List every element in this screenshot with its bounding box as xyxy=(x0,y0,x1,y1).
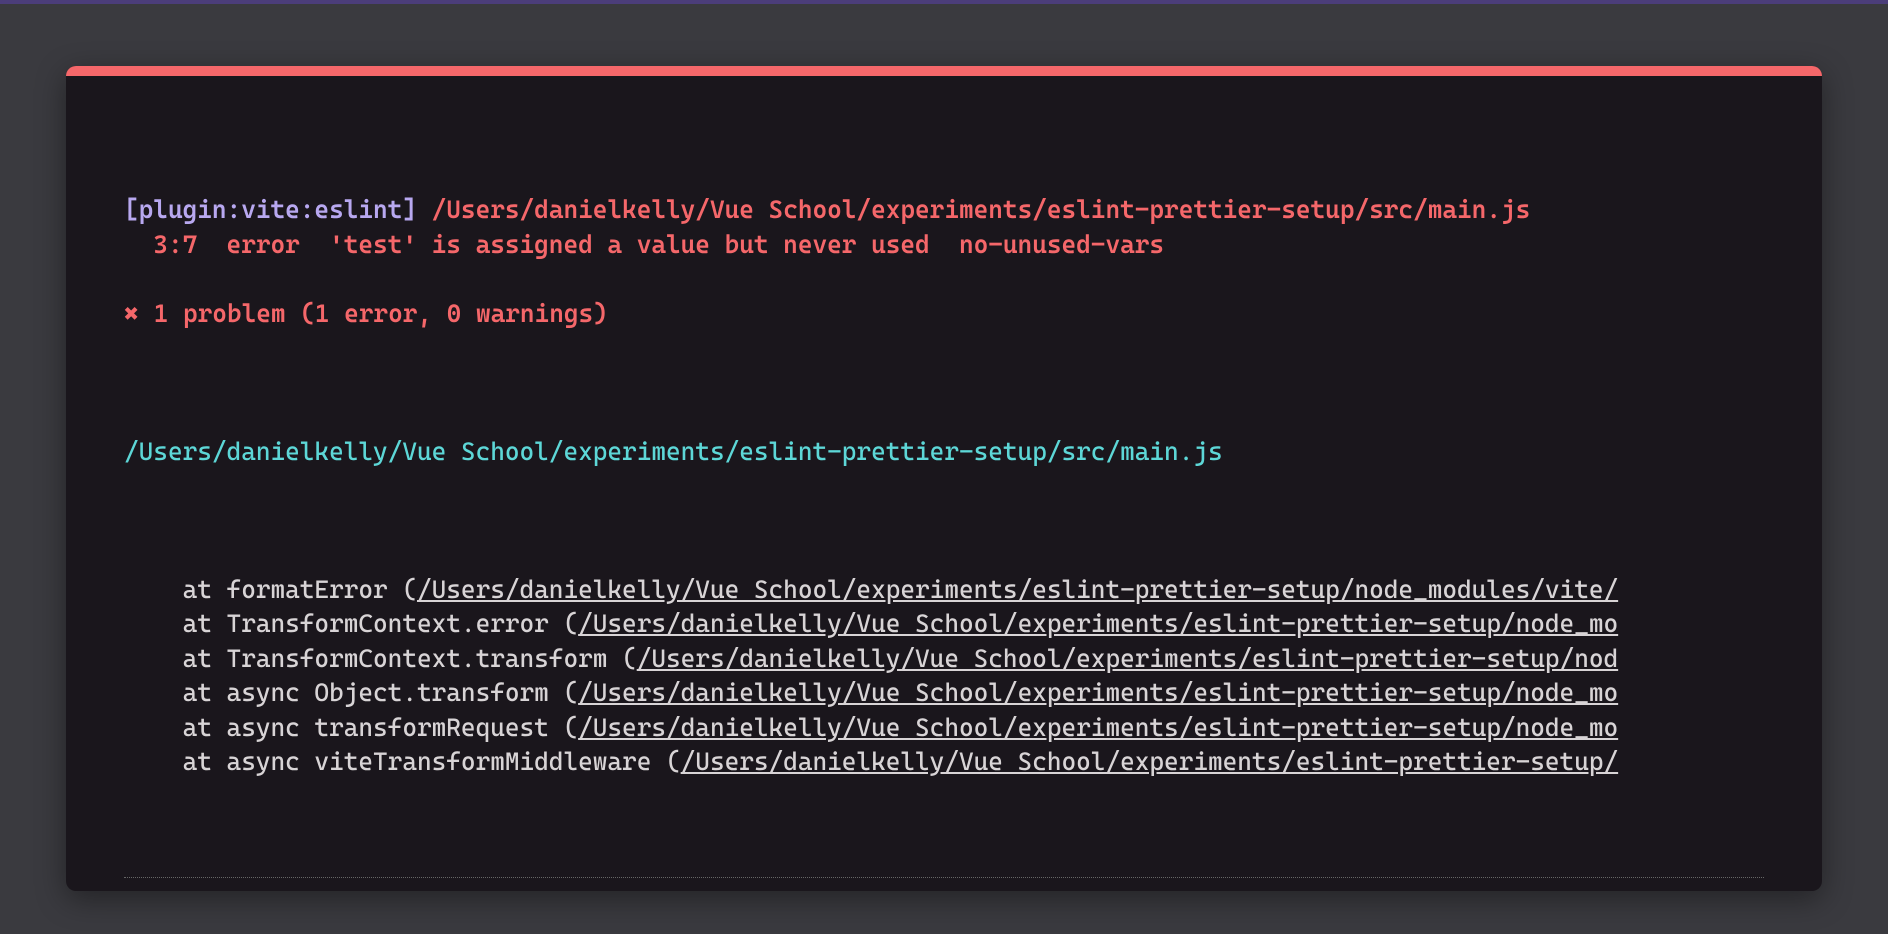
error-file-path: /Users/danielkelly/Vue School/experiment… xyxy=(432,195,1531,224)
spacer xyxy=(124,504,1764,539)
vite-error-overlay[interactable]: [plugin:vite:eslint] /Users/danielkelly/… xyxy=(66,66,1822,891)
stack-path-link[interactable]: /Users/danielkelly/Vue School/experiment… xyxy=(637,644,1618,673)
error-detail-line: 3:7 error 'test' is assigned a value but… xyxy=(124,230,1164,259)
stack-at: at async viteTransformMiddleware ( xyxy=(124,747,681,776)
overlay-content: [plugin:vite:eslint] /Users/danielkelly/… xyxy=(66,76,1822,891)
stack-path-link[interactable]: /Users/danielkelly/Vue School/experiment… xyxy=(578,609,1618,638)
stack-path-link[interactable]: /Users/danielkelly/Vue School/experiment… xyxy=(417,575,1618,604)
stack-path-link[interactable]: /Users/danielkelly/Vue School/experiment… xyxy=(681,747,1619,776)
stack-at: at TransformContext.transform ( xyxy=(124,644,637,673)
stack-at: at async Object.transform ( xyxy=(124,678,578,707)
overlay-accent-stripe xyxy=(66,66,1822,76)
stack-frame: at async viteTransformMiddleware (/Users… xyxy=(124,745,1764,780)
stack-at: at formatError ( xyxy=(124,575,417,604)
spacer xyxy=(124,366,1764,401)
error-message-block: [plugin:vite:eslint] /Users/danielkelly/… xyxy=(124,193,1764,331)
window-top-accent xyxy=(0,0,1888,4)
stack-path-link[interactable]: /Users/danielkelly/Vue School/experiment… xyxy=(578,678,1618,707)
error-summary: ✖ 1 problem (1 error, 0 warnings) xyxy=(124,299,608,328)
stack-frame: at TransformContext.error (/Users/daniel… xyxy=(124,607,1764,642)
source-file-path[interactable]: /Users/danielkelly/Vue School/experiment… xyxy=(124,435,1764,470)
stack-frame: at formatError (/Users/danielkelly/Vue S… xyxy=(124,573,1764,608)
stack-frame: at async Object.transform (/Users/daniel… xyxy=(124,676,1764,711)
stack-at: at TransformContext.error ( xyxy=(124,609,578,638)
stack-at: at async transformRequest ( xyxy=(124,713,578,742)
stack-path-link[interactable]: /Users/danielkelly/Vue School/experiment… xyxy=(578,713,1618,742)
stack-frame: at TransformContext.transform (/Users/da… xyxy=(124,642,1764,677)
plugin-tag: [plugin:vite:eslint] xyxy=(124,195,417,224)
stack-trace: at formatError (/Users/danielkelly/Vue S… xyxy=(124,573,1764,780)
divider xyxy=(124,877,1764,878)
stack-frame: at async transformRequest (/Users/daniel… xyxy=(124,711,1764,746)
